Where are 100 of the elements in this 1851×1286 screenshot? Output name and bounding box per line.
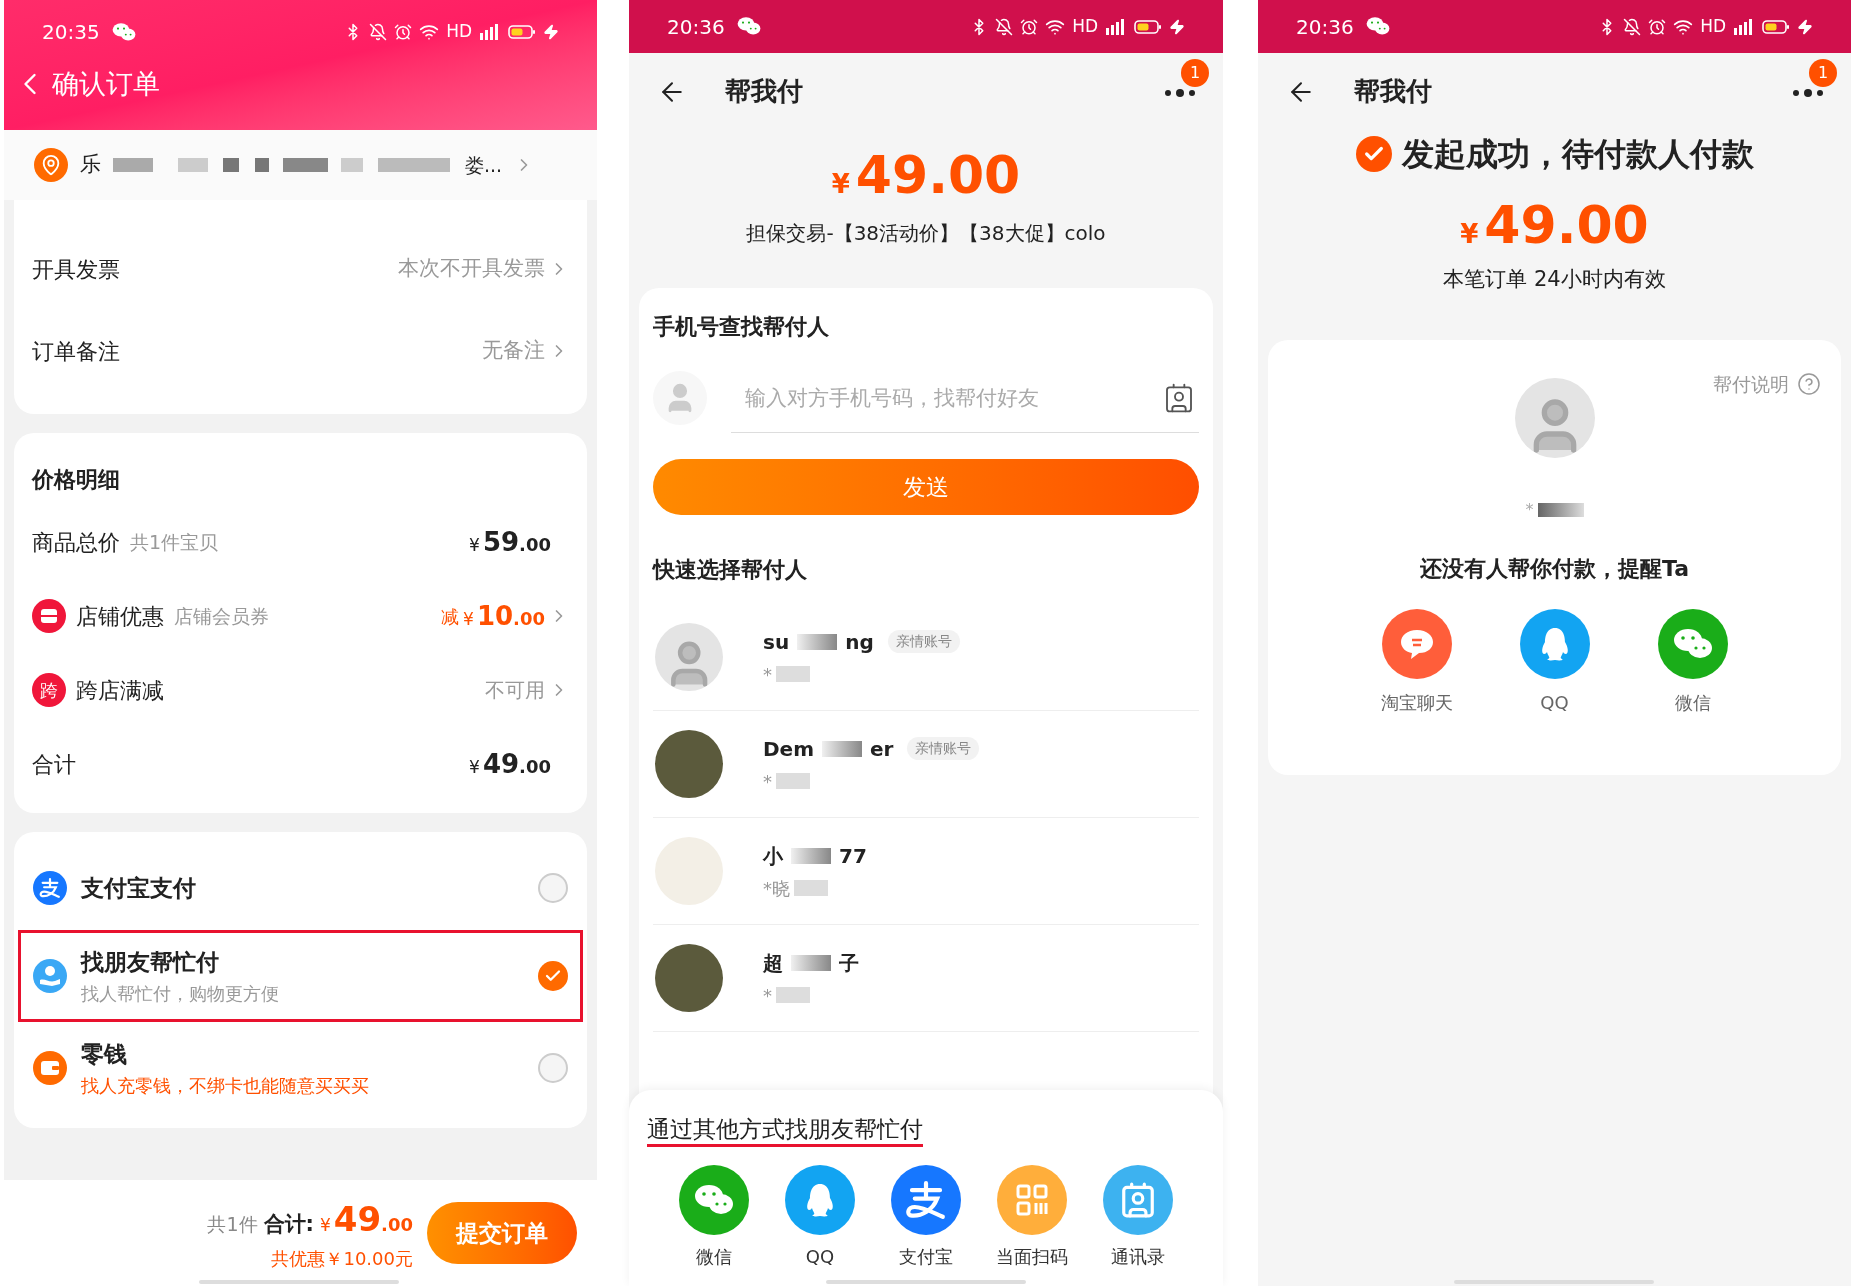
pixelated-redaction xyxy=(797,633,838,650)
price-text: ¥10.00 xyxy=(463,599,545,633)
amount-text: ¥49.00 xyxy=(1460,194,1649,257)
more-icon[interactable] xyxy=(1165,88,1195,97)
contact-name: ng xyxy=(845,628,874,656)
notification-badge: 1 xyxy=(1809,59,1837,87)
price-text: ¥49.00 xyxy=(319,1198,413,1241)
section-title: 快速选择帮付人 xyxy=(653,556,808,584)
contact-row[interactable]: Dem er 亲情账号 * xyxy=(653,711,1199,818)
pixelated-redaction xyxy=(776,666,810,682)
radio-button[interactable] xyxy=(538,961,568,991)
qr-code-icon xyxy=(1015,1182,1049,1217)
page-title: 帮我付 xyxy=(725,75,803,108)
status-message: 发起成功，待付款人付款 xyxy=(1401,134,1754,175)
payment-option[interactable]: 零钱 找人充零钱，不绑卡也能随意买买买 xyxy=(18,1022,583,1114)
share-app-label: 支付宝 xyxy=(899,1244,953,1269)
notification-badge: 1 xyxy=(1181,59,1209,87)
contact-name: 小 xyxy=(763,842,783,870)
chat-bubbles-icon xyxy=(694,1182,734,1217)
charging-icon xyxy=(1797,18,1813,35)
amount-text: ¥49.00 xyxy=(831,144,1021,207)
network-label: HD xyxy=(1700,14,1726,38)
payer-name: * xyxy=(1525,498,1534,521)
payment-logo-icon xyxy=(39,877,61,899)
more-icon[interactable] xyxy=(1793,88,1823,97)
pixelated-redaction xyxy=(776,773,810,789)
signal-icon xyxy=(1733,17,1755,36)
address-text: 娄... xyxy=(465,152,503,178)
payment-logo-icon xyxy=(905,1178,947,1221)
signal-icon xyxy=(1105,17,1127,36)
option-value: 无备注 xyxy=(482,337,545,365)
contact-row[interactable]: su ng 亲情账号 * xyxy=(653,604,1199,711)
price-row-value: 不可用 xyxy=(485,677,545,704)
option-value: 本次不开具发票 xyxy=(398,255,545,283)
reminder-text: 还没有人帮你付款，提醒Ta xyxy=(1420,554,1689,583)
item-count: 共1件 xyxy=(207,1212,258,1237)
messenger-icon xyxy=(111,21,136,43)
share-app-label: 当面扫码 xyxy=(996,1244,1068,1269)
contact-account: *晓 xyxy=(763,876,790,901)
payment-option[interactable]: 支付宝支付 xyxy=(18,846,583,930)
messenger-icon xyxy=(736,16,761,37)
contact-row[interactable]: 超 子 * xyxy=(653,925,1199,1032)
radio-button[interactable] xyxy=(538,873,568,903)
phone-input-field[interactable]: 输入对方手机号码，找帮付好友 xyxy=(731,363,1163,432)
contact-row[interactable]: 小 77 *晓 xyxy=(653,818,1199,925)
wifi-icon xyxy=(419,22,440,42)
page-title: 帮我付 xyxy=(1354,75,1432,108)
success-check-icon xyxy=(1355,136,1392,172)
option-row[interactable]: 开具发票 本次不开具发票 xyxy=(32,228,569,310)
page-title: 确认订单 xyxy=(52,67,160,101)
alarm-icon xyxy=(394,23,413,41)
contact-account: * xyxy=(763,983,772,1008)
status-time: 20:35 xyxy=(42,19,100,46)
price-row-note: 店铺会员券 xyxy=(174,603,269,629)
pixelated-redaction xyxy=(791,847,831,864)
pixelated-redaction xyxy=(776,987,810,1003)
contact-name: er xyxy=(870,735,894,763)
payment-note: 找人充零钱，不绑卡也能随意买买买 xyxy=(81,1073,369,1098)
pixelated-redaction xyxy=(794,880,828,896)
battery-icon xyxy=(508,24,536,40)
pixelated-redaction xyxy=(822,740,862,757)
contact-account: * xyxy=(763,662,772,687)
penguin-icon xyxy=(805,1181,835,1218)
alarm-icon xyxy=(1648,17,1667,36)
discount-label: 减 xyxy=(441,604,460,629)
charging-icon xyxy=(543,24,559,40)
radio-button[interactable] xyxy=(538,1053,568,1083)
network-label: HD xyxy=(446,20,472,44)
option-row[interactable]: 订单备注 无备注 xyxy=(32,310,569,392)
status-time: 20:36 xyxy=(1296,13,1354,41)
address-row[interactable]: 乐 娄... xyxy=(4,130,597,200)
contact-name: Dem xyxy=(763,735,814,763)
address-book-icon[interactable] xyxy=(1163,381,1195,414)
share-app-label: QQ xyxy=(1540,690,1569,715)
cross-store-badge: 跨 xyxy=(32,673,66,707)
signal-icon xyxy=(479,23,501,41)
network-label: HD xyxy=(1072,14,1098,38)
total-label: 合计: xyxy=(263,1211,314,1238)
status-time: 20:36 xyxy=(667,13,725,41)
chat-bubbles-icon xyxy=(1672,626,1713,661)
payment-option[interactable]: 找朋友帮忙付 找人帮忙付，购物更方便 xyxy=(18,930,583,1022)
discount-summary: 共优惠￥10.00元 xyxy=(271,1247,413,1271)
share-app-label: 通讯录 xyxy=(1111,1244,1165,1269)
store-icon xyxy=(32,599,66,633)
battery-icon xyxy=(1134,18,1162,35)
price-row-label: 商品总价 xyxy=(32,528,120,557)
share-app-label: 微信 xyxy=(696,1244,732,1269)
family-account-tag: 亲情账号 xyxy=(907,737,980,760)
family-account-tag: 亲情账号 xyxy=(887,630,960,653)
section-title: 手机号查找帮付人 xyxy=(653,313,830,341)
messenger-icon xyxy=(1365,16,1390,37)
help-icon[interactable] xyxy=(1797,371,1821,396)
location-pin-icon xyxy=(34,148,68,182)
alarm-icon xyxy=(1020,17,1039,36)
payment-label: 支付宝支付 xyxy=(81,873,196,903)
penguin-icon xyxy=(1539,625,1570,662)
wallet-icon xyxy=(33,1051,67,1085)
share-app-label: 淘宝聊天 xyxy=(1380,690,1453,715)
pixelated-redaction xyxy=(791,954,831,971)
bell-off-icon xyxy=(995,17,1014,36)
